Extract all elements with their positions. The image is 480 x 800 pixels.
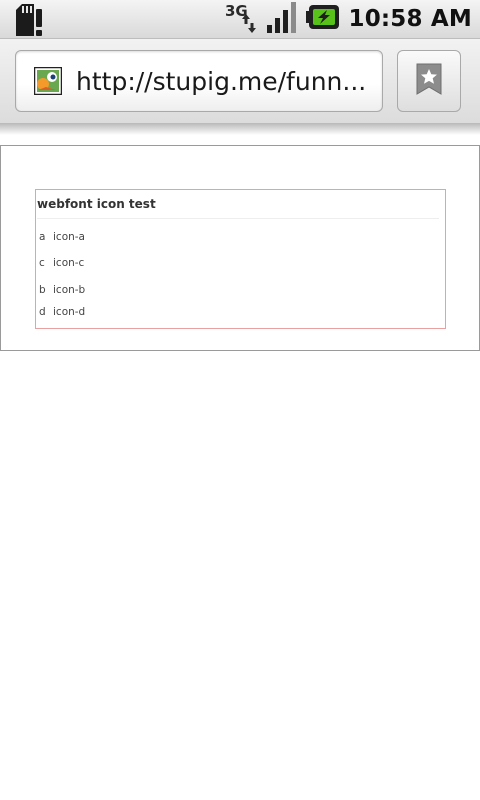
status-clock: 10:58 AM [348,6,472,32]
list-item: b icon-b [39,284,85,296]
icon-name: icon-c [53,257,85,269]
toolbar-shadow [0,123,480,135]
url-bar[interactable]: http://stupig.me/funn... [15,50,383,112]
bookmark-star-icon [416,63,442,99]
url-text: http://stupig.me/funn... [76,66,367,96]
list-item: d icon-d [39,306,85,318]
web-page-content: webfont icon test a icon-a c icon-c b icon-… [0,145,480,351]
icon-glyph: a [39,231,46,243]
list-item: a icon-a [39,231,85,243]
sd-card-alert-icon [12,4,44,40]
icon-name: icon-b [53,284,86,296]
site-favicon-icon [33,66,63,96]
list-item: c icon-c [39,257,84,269]
icon-glyph: d [39,306,46,318]
title-divider [37,218,439,219]
icon-name: icon-a [53,231,85,243]
signal-strength-icon [266,1,298,37]
status-bar: 3G 10:58 AM [0,0,480,39]
webfont-test-box: webfont icon test a icon-a c icon-c b icon-… [35,189,446,329]
page-title: webfont icon test [37,197,156,211]
icon-glyph: b [39,284,46,296]
battery-charging-icon [306,4,340,34]
3g-data-icon: 3G [224,1,258,37]
icon-glyph: c [39,257,45,269]
bookmark-button[interactable] [397,50,461,112]
browser-toolbar: http://stupig.me/funn... [0,39,480,123]
icon-name: icon-d [53,306,86,318]
